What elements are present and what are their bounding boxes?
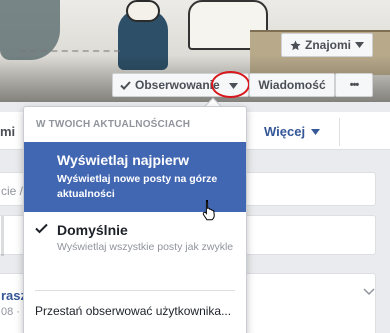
friends-button[interactable]: Znajomi bbox=[281, 33, 373, 57]
nav-divider bbox=[339, 118, 340, 146]
observing-button-label: Obserwowanie bbox=[135, 78, 220, 92]
menu-item-description: Wyświetlaj wszystkie posty jak zwykle bbox=[57, 241, 234, 253]
cover-illustration-head bbox=[126, 0, 160, 22]
nav-more-label: Więcej bbox=[264, 124, 306, 139]
chevron-down-icon[interactable] bbox=[363, 288, 375, 296]
star-icon bbox=[290, 39, 301, 50]
menu-item-unfollow[interactable]: Przestań obserwować użytkownika... bbox=[35, 304, 231, 318]
menu-item-see-first[interactable]: Wyświetlaj najpierw Wyświetlaj nowe post… bbox=[24, 142, 246, 221]
follow-settings-menu: W TWOICH AKTUALNOŚCIACH Wyświetlaj najpi… bbox=[23, 106, 247, 333]
message-button-label: Wiadomość bbox=[258, 78, 326, 92]
menu-item-title: Domyślnie bbox=[57, 222, 128, 238]
menu-divider bbox=[35, 290, 235, 291]
menu-item-title: Wyświetlaj najpierw bbox=[57, 152, 190, 168]
ellipsis-icon: ••• bbox=[349, 79, 360, 91]
card-accent-bar bbox=[1, 216, 4, 256]
more-options-button[interactable]: ••• bbox=[335, 73, 373, 97]
menu-item-description: Wyświetlaj nowe posty na górze aktualnoś… bbox=[57, 173, 218, 200]
checkmark-icon bbox=[35, 223, 48, 234]
checkmark-icon bbox=[120, 80, 131, 90]
menu-section-header: W TWOICH AKTUALNOŚCIACH bbox=[36, 119, 191, 130]
nav-tab-partial[interactable]: mi bbox=[0, 124, 15, 139]
nav-more-tab[interactable]: Więcej bbox=[264, 124, 321, 139]
caret-down-icon bbox=[355, 42, 364, 48]
friends-button-label: Znajomi bbox=[304, 38, 351, 52]
message-button[interactable]: Wiadomość bbox=[249, 73, 335, 97]
caret-down-icon bbox=[311, 128, 321, 135]
post-timestamp-partial: 08 · bbox=[1, 306, 20, 318]
menu-item-default[interactable]: Domyślnie Wyświetlaj wszystkie posty jak… bbox=[24, 215, 246, 279]
annotation-highlight-ring bbox=[211, 71, 250, 98]
